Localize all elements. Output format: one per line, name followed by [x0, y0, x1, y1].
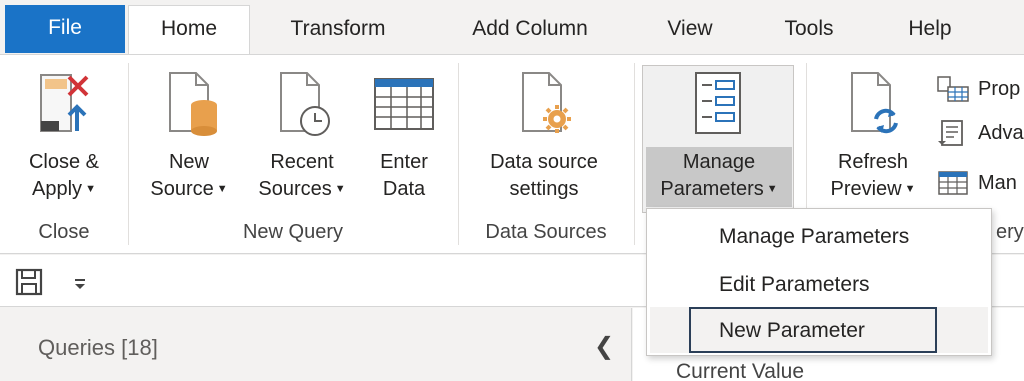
menu-item-new-parameter[interactable]: New Parameter — [719, 319, 865, 343]
data-source-settings-label-1: Data source — [490, 151, 598, 173]
advanced-editor-icon — [938, 120, 963, 146]
group-label-new-query: New Query — [242, 221, 344, 243]
collapse-pane-icon[interactable]: ❮ — [594, 332, 614, 361]
queries-pane-title: Queries [18] — [38, 335, 158, 360]
group-label-close: Close — [38, 221, 90, 243]
new-source-label-2: Source — [150, 178, 214, 200]
advanced-editor-label: Adva — [978, 121, 1024, 144]
group-label-data-sources: Data Sources — [485, 221, 607, 243]
customize-toolbar-icon[interactable] — [72, 276, 88, 292]
recent-sources-icon — [280, 72, 330, 136]
tab-file[interactable]: File — [5, 5, 125, 53]
manage-button[interactable]: Man — [936, 169, 1017, 197]
manage-label: Man — [978, 171, 1017, 194]
recent-sources-label-2: Sources — [258, 178, 332, 200]
enter-data-button[interactable]: Enter Data — [364, 69, 444, 203]
ribbon-tab-bar: File Home Transform Add Column View Tool… — [0, 0, 1024, 55]
menu-item-manage-parameters[interactable]: Manage Parameters — [719, 225, 909, 249]
table-icon — [374, 78, 434, 130]
close-apply-label-1: Close & — [28, 151, 100, 173]
chevron-down-icon: ▼ — [85, 183, 96, 196]
parameters-icon — [695, 72, 741, 134]
manage-parameters-button[interactable]: Manage Parameters ▼ — [644, 69, 794, 203]
properties-icon — [937, 76, 969, 102]
manage-parameters-label-1: Manage — [682, 151, 756, 173]
close-apply-icon — [40, 74, 89, 132]
enter-data-label-1: Enter — [380, 151, 428, 173]
chevron-down-icon: ▼ — [904, 183, 916, 196]
queries-pane: Queries [18] ❮ — [0, 308, 632, 381]
chevron-down-icon: ▼ — [216, 183, 228, 196]
data-source-settings-icon — [522, 72, 571, 133]
chevron-down-icon: ▼ — [334, 183, 346, 196]
current-value-label: Current Value — [676, 360, 805, 381]
enter-data-label-2: Data — [382, 178, 426, 200]
properties-label: Prop — [978, 77, 1021, 100]
refresh-preview-label-2: Preview — [830, 178, 902, 200]
close-apply-label-2: Apply — [32, 178, 83, 200]
tab-transform[interactable]: Transform — [268, 6, 408, 54]
close-apply-button[interactable]: Close & Apply ▼ — [12, 69, 116, 203]
chevron-down-icon: ▼ — [766, 183, 778, 196]
grid-icon — [938, 171, 968, 195]
advanced-editor-button[interactable]: Adva — [936, 119, 1024, 147]
refresh-icon — [851, 72, 898, 134]
refresh-preview-button[interactable]: Refresh Preview ▼ — [818, 69, 928, 203]
tab-view[interactable]: View — [650, 6, 730, 54]
group-divider — [128, 63, 129, 245]
new-source-button[interactable]: New Source ▼ — [140, 69, 238, 203]
recent-sources-button[interactable]: Recent Sources ▼ — [246, 69, 358, 203]
tab-help[interactable]: Help — [890, 6, 970, 54]
group-divider — [458, 63, 459, 245]
manage-parameters-dropdown: Manage Parameters Edit Parameters New Pa… — [646, 208, 992, 356]
group-label-query-partial: ery — [996, 221, 1024, 243]
new-source-label-1: New — [168, 151, 209, 173]
tab-add-column[interactable]: Add Column — [446, 6, 614, 54]
menu-item-edit-parameters[interactable]: Edit Parameters — [719, 273, 870, 297]
new-source-icon — [169, 72, 217, 136]
properties-button[interactable]: Prop — [936, 75, 1020, 103]
tab-tools[interactable]: Tools — [766, 6, 852, 54]
data-source-settings-button[interactable]: Data source settings — [470, 69, 618, 203]
group-divider — [634, 63, 635, 245]
tab-home[interactable]: Home — [128, 5, 250, 55]
manage-parameters-label-2: Parameters — [660, 178, 764, 200]
refresh-preview-label-1: Refresh — [837, 151, 909, 173]
save-icon[interactable] — [14, 267, 44, 297]
data-source-settings-label-2: settings — [509, 178, 579, 200]
recent-sources-label-1: Recent — [270, 151, 334, 173]
